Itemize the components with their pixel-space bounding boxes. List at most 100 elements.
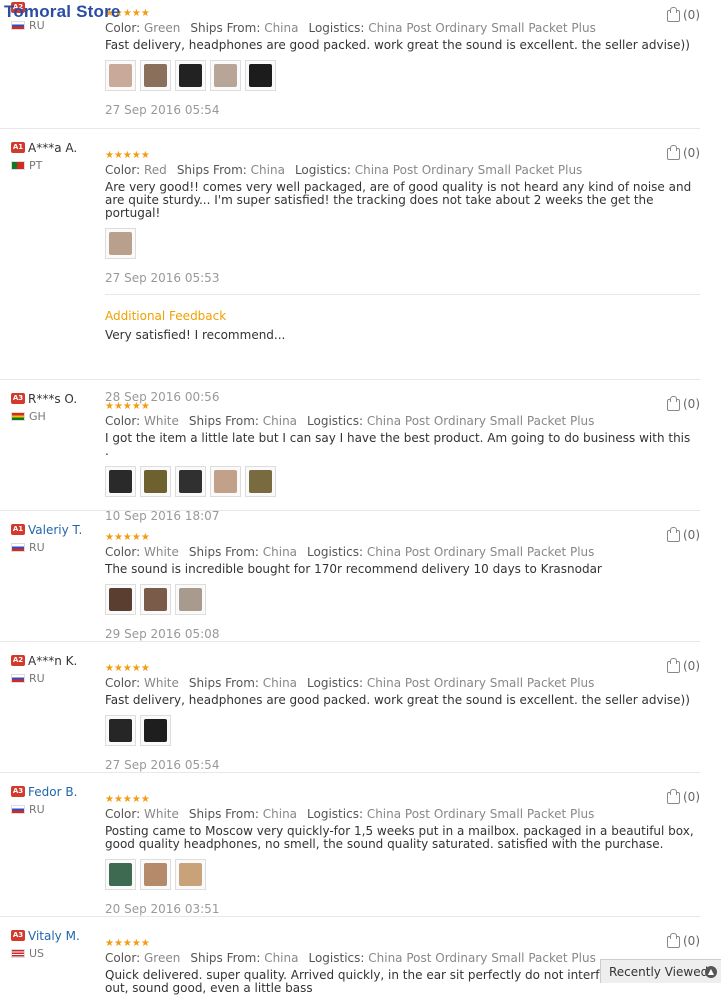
ships-from-value: China bbox=[262, 545, 298, 559]
reviewer: A3 Fedor B. RU bbox=[11, 784, 77, 816]
reviewer-name: A***a A. bbox=[28, 140, 78, 155]
buyer-level-badge: A3 bbox=[11, 786, 25, 797]
order-info: Color: Red Ships From: China Logistics: Ch… bbox=[105, 163, 695, 177]
review-photo-thumbnail[interactable] bbox=[210, 466, 241, 497]
helpful-button[interactable]: (0) bbox=[667, 788, 700, 804]
review-item: A3 Vitaly M. US ★★★★★ Color: Green Ships From… bbox=[0, 916, 700, 996]
review-photo-thumbnail[interactable] bbox=[175, 466, 206, 497]
ships-from-label: Ships From: bbox=[188, 807, 259, 821]
ships-from-value: China bbox=[264, 951, 299, 965]
review-photo-thumbnail[interactable] bbox=[105, 228, 136, 259]
reviewer-country: US bbox=[11, 947, 80, 960]
ships-from-label: Ships From: bbox=[176, 163, 247, 177]
review-photo-thumbnail[interactable] bbox=[140, 466, 171, 497]
logistics-value: China Post Ordinary Small Packet Plus bbox=[368, 21, 596, 35]
review-photo-thumbnail[interactable] bbox=[105, 715, 136, 746]
reviewer: A1 A***a A. PT bbox=[11, 140, 77, 172]
thumbs-up-icon bbox=[667, 6, 680, 22]
star-rating: ★★★★★ bbox=[105, 938, 150, 949]
review-photo-thumbnail[interactable] bbox=[105, 859, 136, 890]
review-item: A2 A***n K. RU ★★★★★ Color: White Ships From:… bbox=[0, 641, 700, 773]
flag-icon bbox=[11, 161, 25, 170]
reviewer-name[interactable]: Valeriy T. bbox=[28, 523, 82, 537]
reviewer-name[interactable]: Fedor B. bbox=[28, 785, 77, 799]
color-label: Color: bbox=[105, 951, 141, 965]
order-info: Color: White Ships From: China Logistics: … bbox=[105, 545, 695, 559]
ships-from-value: China bbox=[262, 807, 298, 821]
helpful-button[interactable]: (0) bbox=[667, 395, 700, 411]
helpful-count: (0) bbox=[683, 397, 700, 411]
color-value: Green bbox=[144, 21, 181, 35]
review-item: A3 Fedor B. RU ★★★★★ Color: White Ships From:… bbox=[0, 772, 700, 917]
order-info: Color: White Ships From: China Logistics: … bbox=[105, 807, 695, 821]
logistics-value: China Post Ordinary Small Packet Plus bbox=[354, 163, 583, 177]
review-photo-thumbnail[interactable] bbox=[210, 60, 241, 91]
review-photo-thumbnail[interactable] bbox=[175, 60, 206, 91]
logistics-value: China Post Ordinary Small Packet Plus bbox=[368, 951, 596, 965]
review-photo-thumbnail[interactable] bbox=[140, 715, 171, 746]
helpful-button[interactable]: (0) bbox=[667, 144, 700, 160]
flag-icon bbox=[11, 949, 25, 958]
chevron-up-icon: ▲ bbox=[705, 966, 717, 978]
reviewer-name[interactable]: Vitaly M. bbox=[28, 929, 80, 943]
review-photo-thumbnail[interactable] bbox=[140, 584, 171, 615]
country-code: US bbox=[29, 946, 45, 960]
color-label: Color: bbox=[105, 163, 141, 177]
review-date: 27 Sep 2016 05:54 bbox=[105, 758, 220, 772]
country-code: RU bbox=[29, 540, 45, 554]
color-value: Red bbox=[144, 163, 167, 177]
review-content: ★★★★★ Color: White Ships From: China Logist… bbox=[105, 532, 695, 641]
review-item: A3 R***s O. GH ★★★★★ Color: White Ships From:… bbox=[0, 379, 700, 523]
ships-from-label: Ships From: bbox=[188, 414, 259, 428]
helpful-button[interactable]: (0) bbox=[667, 526, 700, 542]
helpful-count: (0) bbox=[683, 8, 700, 22]
reviewer: A2 A***n K. RU bbox=[11, 653, 77, 685]
logistics-label: Logistics: bbox=[307, 545, 363, 559]
buyer-level-badge: A1 bbox=[11, 142, 25, 153]
logistics-label: Logistics: bbox=[294, 163, 351, 177]
buyer-level-badge: A3 bbox=[11, 393, 25, 404]
recently-viewed-button[interactable]: Recently Viewed ▲ bbox=[600, 959, 721, 983]
review-content: ★★★★★ Color: Red Ships From: China Logistic… bbox=[105, 150, 700, 404]
logistics-value: China Post Ordinary Small Packet Plus bbox=[366, 414, 595, 428]
country-code: GH bbox=[29, 409, 46, 423]
reviewer-country: RU bbox=[11, 541, 82, 554]
review-photo-thumbnail[interactable] bbox=[175, 859, 206, 890]
review-photo-thumbnail[interactable] bbox=[140, 859, 171, 890]
ships-from-value: China bbox=[250, 163, 285, 177]
review-text: Fast delivery, headphones are good packe… bbox=[105, 693, 690, 707]
helpful-count: (0) bbox=[683, 790, 700, 804]
review-photo-thumbnail[interactable] bbox=[175, 584, 206, 615]
review-photo-thumbnail[interactable] bbox=[105, 466, 136, 497]
helpful-button[interactable]: (0) bbox=[667, 6, 700, 22]
color-label: Color: bbox=[105, 545, 141, 559]
color-label: Color: bbox=[105, 807, 141, 821]
logistics-label: Logistics: bbox=[308, 21, 365, 35]
review-photos bbox=[105, 60, 695, 93]
review-text: Are very good!! comes very well packaged… bbox=[105, 180, 692, 220]
country-code: RU bbox=[29, 671, 45, 685]
thumbs-up-icon bbox=[667, 788, 680, 804]
review-text: I got the item a little late but I can s… bbox=[105, 431, 691, 458]
review-photo-thumbnail[interactable] bbox=[245, 60, 276, 91]
review-text: The sound is incredible bought for 170r … bbox=[105, 562, 602, 576]
ships-from-label: Ships From: bbox=[190, 21, 261, 35]
review-photo-thumbnail[interactable] bbox=[140, 60, 171, 91]
reviewer: A3 Vitaly M. US bbox=[11, 928, 80, 960]
review-date: 20 Sep 2016 03:51 bbox=[105, 902, 220, 916]
buyer-level-badge: A2 bbox=[11, 655, 25, 666]
review-content: ★★★★★ Color: Green Ships From: China Logist… bbox=[105, 8, 695, 117]
review-photo-thumbnail[interactable] bbox=[245, 466, 276, 497]
buyer-level-badge: A3 bbox=[11, 930, 25, 941]
ships-from-value: China bbox=[262, 676, 298, 690]
helpful-count: (0) bbox=[683, 146, 700, 160]
thumbs-up-icon bbox=[667, 932, 680, 948]
helpful-button[interactable]: (0) bbox=[667, 932, 700, 948]
review-photos bbox=[105, 859, 695, 892]
helpful-button[interactable]: (0) bbox=[667, 657, 700, 673]
review-content: ★★★★★ Color: White Ships From: China Logist… bbox=[105, 401, 695, 523]
review-photo-thumbnail[interactable] bbox=[105, 60, 136, 91]
review-photo-thumbnail[interactable] bbox=[105, 584, 136, 615]
additional-feedback-title: Additional Feedback bbox=[105, 309, 227, 323]
review-photos bbox=[105, 228, 695, 261]
